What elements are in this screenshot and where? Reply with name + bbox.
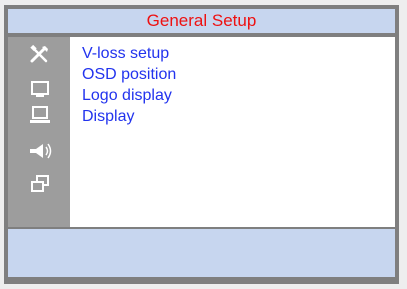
- laptop-icon[interactable]: [28, 104, 52, 126]
- osd-window: General Setup V-loss setup OSD position …: [4, 5, 399, 284]
- tools-icon[interactable]: [28, 43, 52, 65]
- menu-list: V-loss setup OSD position Logo display D…: [82, 43, 176, 127]
- menu-item-osd-position[interactable]: OSD position: [82, 64, 176, 85]
- menu-panel: V-loss setup OSD position Logo display D…: [70, 37, 395, 227]
- menu-item-logo-display[interactable]: Logo display: [82, 85, 176, 106]
- title-bar: General Setup: [8, 9, 395, 33]
- windows-icon[interactable]: [28, 173, 52, 195]
- status-bar: [8, 229, 395, 277]
- sidebar: [8, 37, 70, 227]
- window-title: General Setup: [146, 11, 257, 30]
- speaker-icon[interactable]: [28, 140, 52, 162]
- monitor-icon[interactable]: [28, 78, 52, 100]
- menu-item-v-loss-setup[interactable]: V-loss setup: [82, 43, 176, 64]
- menu-item-display[interactable]: Display: [82, 106, 176, 127]
